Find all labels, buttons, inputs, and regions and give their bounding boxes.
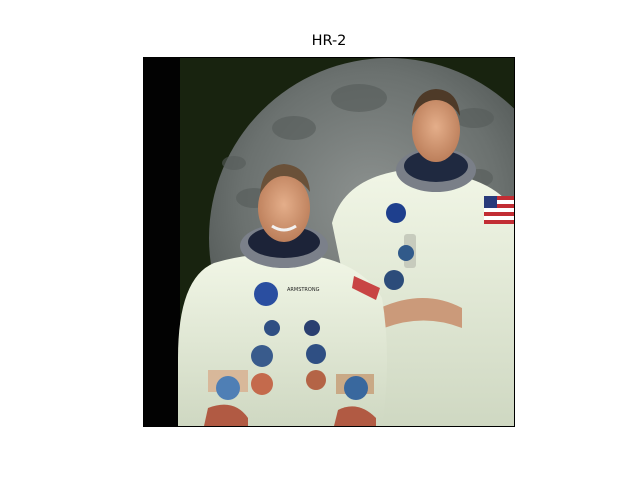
axis-ticks xyxy=(144,58,514,426)
image-axes: ARMSTRONG xyxy=(143,57,515,427)
figure-title: HR-2 xyxy=(311,33,347,49)
